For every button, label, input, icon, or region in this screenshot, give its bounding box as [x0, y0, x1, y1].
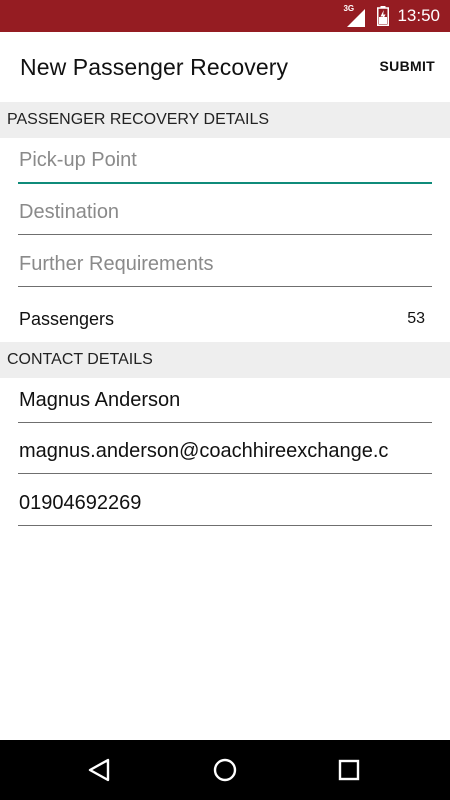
- contact-name-field[interactable]: Magnus Anderson: [18, 371, 432, 423]
- passengers-label: Passengers: [19, 309, 115, 329]
- destination-placeholder: Destination: [19, 201, 120, 223]
- passengers-count: 53: [407, 310, 425, 327]
- pickup-point-field[interactable]: Pick-up Point: [18, 132, 432, 184]
- battery-icon: [377, 6, 390, 26]
- recents-icon[interactable]: [334, 755, 364, 785]
- home-icon[interactable]: [210, 755, 240, 785]
- back-icon[interactable]: [84, 755, 114, 785]
- contact-phone-value: 01904692269: [19, 492, 142, 514]
- passengers-row[interactable]: Passengers 53: [18, 302, 432, 338]
- destination-field[interactable]: Destination: [18, 183, 432, 235]
- status-icons: 3G 13:50: [343, 0, 440, 32]
- contact-email-value: magnus.anderson@coachhireexchange.c: [19, 440, 389, 462]
- contact-phone-field[interactable]: 01904692269: [18, 474, 432, 526]
- status-bar: 3G 13:50: [0, 0, 450, 32]
- status-time: 13:50: [397, 6, 440, 25]
- further-requirements-placeholder: Further Requirements: [19, 253, 214, 275]
- signal-icon: 3G: [343, 4, 369, 27]
- app-bar: New Passenger Recovery SUBMIT: [0, 32, 450, 102]
- pickup-point-placeholder: Pick-up Point: [19, 149, 137, 171]
- navigation-bar: [0, 740, 450, 800]
- contact-name-value: Magnus Anderson: [19, 389, 181, 411]
- further-requirements-field[interactable]: Further Requirements: [18, 235, 432, 287]
- submit-button[interactable]: SUBMIT: [380, 58, 435, 74]
- page-title: New Passenger Recovery: [20, 54, 289, 80]
- contact-email-field[interactable]: magnus.anderson@coachhireexchange.c: [18, 422, 432, 474]
